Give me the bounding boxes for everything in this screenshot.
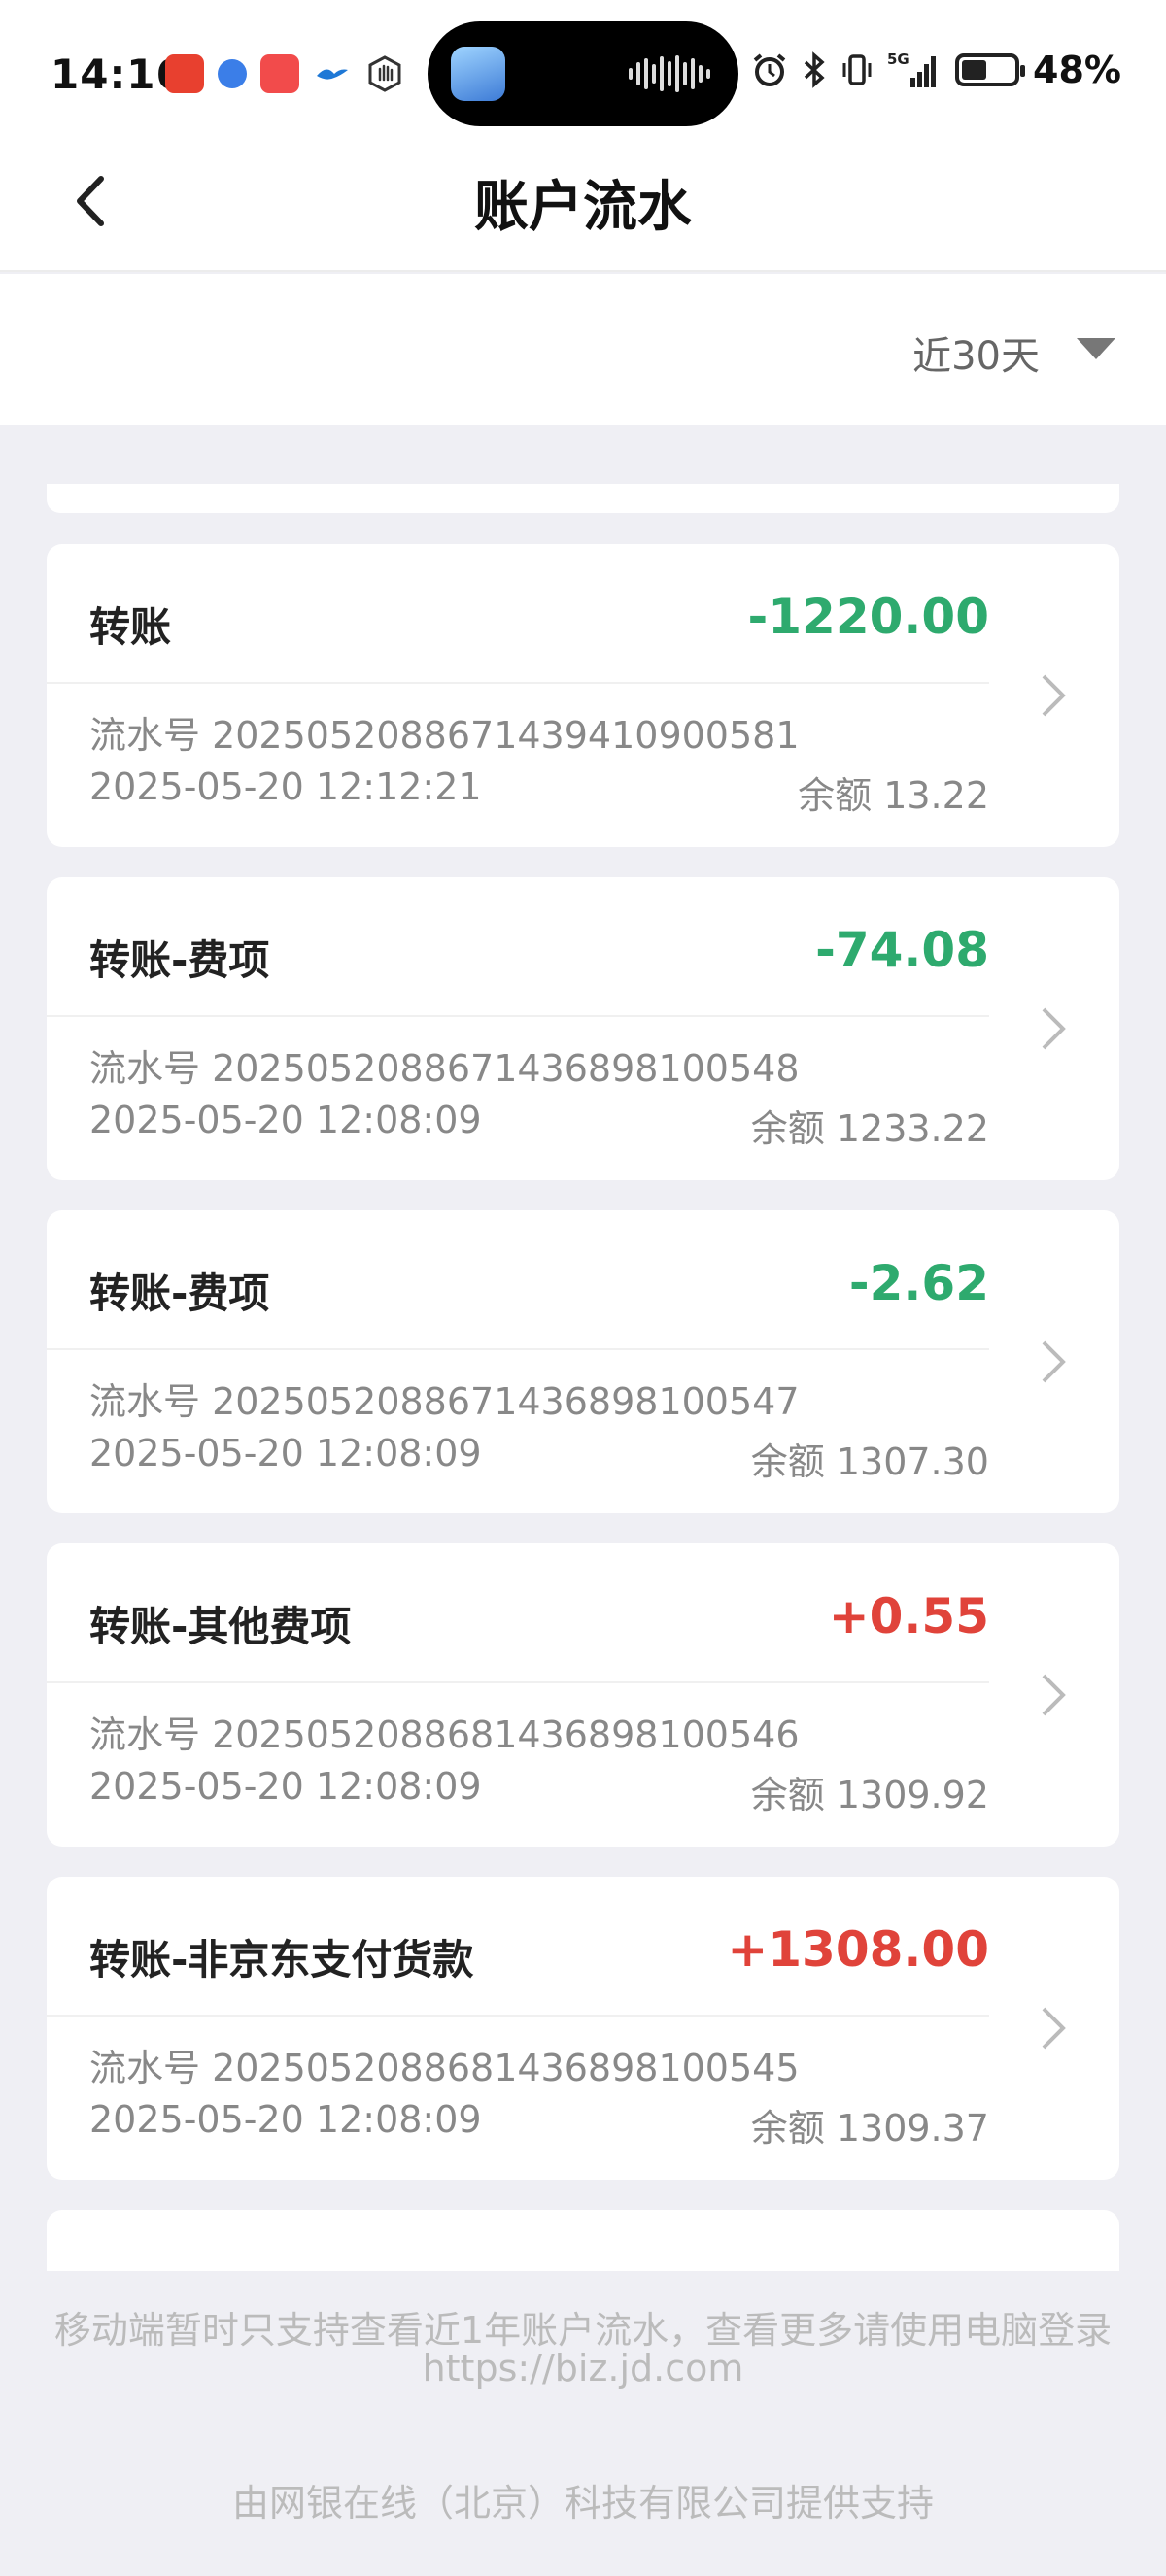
card-divider xyxy=(47,2015,989,2017)
chevron-right-icon xyxy=(1042,1674,1066,1716)
transaction-serial: 流水号 2025052088671436898100547 xyxy=(89,1380,800,1423)
battery-percentage: 48% xyxy=(1033,49,1121,91)
transaction-time: 2025-05-20 12:08:09 xyxy=(89,1765,482,1808)
list-item-partial xyxy=(47,484,1119,513)
transaction-time: 2025-05-20 12:08:09 xyxy=(89,1099,482,1141)
battery-cap xyxy=(1020,65,1026,77)
alarm-icon xyxy=(753,53,786,86)
transaction-card[interactable]: 转账-费项 -74.08 流水号 20250520886714368981005… xyxy=(47,877,1119,1180)
provider-credit: 由网银在线（北京）科技有限公司提供支持 xyxy=(231,2482,934,2525)
date-range-dropdown[interactable]: 近30天 xyxy=(912,324,1040,381)
transaction-time: 2025-05-20 12:08:09 xyxy=(89,1432,482,1474)
audio-wave-icon xyxy=(629,55,710,92)
transaction-amount: -1220.00 xyxy=(747,589,990,645)
transaction-title: 转账-非京东支付货款 xyxy=(89,1936,474,1983)
transaction-card-partial[interactable] xyxy=(47,2210,1119,2271)
transaction-balance: 余额 1309.92 xyxy=(750,1774,989,1816)
transaction-balance: 余额 1307.30 xyxy=(750,1441,989,1483)
chevron-right-icon xyxy=(1042,1007,1066,1050)
transaction-amount: -2.62 xyxy=(848,1255,989,1311)
transaction-amount: +0.55 xyxy=(828,1588,989,1644)
status-bar: 14:16 5G 48% xyxy=(0,0,1166,146)
battery-fill xyxy=(962,60,987,80)
transaction-serial: 流水号 2025052088671439410900581 xyxy=(89,714,800,757)
signal-5g-icon: 5G xyxy=(887,51,937,87)
transaction-card[interactable]: 转账-非京东支付货款 +1308.00 流水号 2025052088681436… xyxy=(47,1877,1119,2180)
chevron-right-icon xyxy=(1042,1340,1066,1383)
card-divider xyxy=(47,1681,989,1683)
transaction-card[interactable]: 转账 -1220.00 流水号 202505208867143941090058… xyxy=(47,544,1119,847)
transaction-amount: -74.08 xyxy=(815,922,989,978)
page-title: 账户流水 xyxy=(474,176,692,239)
browser-icon xyxy=(218,59,247,88)
bluetooth-icon xyxy=(804,51,825,88)
status-indicators: 5G 48% xyxy=(751,49,1121,91)
transaction-title: 转账-费项 xyxy=(89,1270,270,1317)
transaction-serial: 流水号 2025052088681436898100546 xyxy=(89,1713,800,1756)
transaction-list[interactable]: 转账 -1220.00 流水号 202505208867143941090058… xyxy=(0,425,1166,2271)
transaction-serial: 流水号 2025052088671436898100548 xyxy=(89,1047,800,1090)
card-divider xyxy=(47,1348,989,1350)
transaction-time: 2025-05-20 12:08:09 xyxy=(89,2098,482,2141)
card-divider xyxy=(47,1015,989,1017)
transaction-card[interactable]: 转账-费项 -2.62 流水号 202505208867143689810054… xyxy=(47,1210,1119,1513)
transaction-card[interactable]: 转账-其他费项 +0.55 流水号 2025052088681436898100… xyxy=(47,1543,1119,1847)
app-notification-icon xyxy=(165,54,204,93)
chevron-right-icon xyxy=(1042,674,1066,717)
card-divider xyxy=(47,682,989,684)
history-notice: 移动端暂时只支持查看近1年账户流水，查看更多请使用电脑登录 xyxy=(53,2309,1113,2352)
bird-icon xyxy=(313,54,352,93)
app-red-icon xyxy=(260,54,299,93)
status-app-icons xyxy=(165,54,404,93)
chevron-right-icon xyxy=(1042,2007,1066,2050)
transaction-title: 转账 xyxy=(89,603,172,651)
transaction-title: 转账-其他费项 xyxy=(89,1603,352,1650)
caret-down-icon[interactable] xyxy=(1073,334,1119,363)
dynamic-island xyxy=(428,21,738,126)
website-link[interactable]: https://biz.jd.com xyxy=(0,2347,1166,2390)
transaction-balance: 余额 13.22 xyxy=(798,774,989,817)
transaction-serial: 流水号 2025052088681436898100545 xyxy=(89,2047,800,2089)
vibrate-icon xyxy=(842,54,872,85)
transaction-time: 2025-05-20 12:12:21 xyxy=(89,765,482,808)
transaction-balance: 余额 1309.37 xyxy=(750,2107,989,2150)
filter-bar: 近30天 xyxy=(0,274,1166,425)
island-avatar xyxy=(451,47,505,101)
battery-icon xyxy=(955,53,1026,86)
svg-text:5G: 5G xyxy=(887,51,909,68)
nav-header: 账户流水 xyxy=(0,146,1166,272)
footer: 移动端暂时只支持查看近1年账户流水，查看更多请使用电脑登录 https://bi… xyxy=(0,2271,1166,2576)
transaction-title: 转账-费项 xyxy=(89,936,270,984)
transaction-amount: +1308.00 xyxy=(727,1921,989,1978)
hand-icon xyxy=(365,54,404,93)
transaction-balance: 余额 1233.22 xyxy=(750,1107,989,1150)
